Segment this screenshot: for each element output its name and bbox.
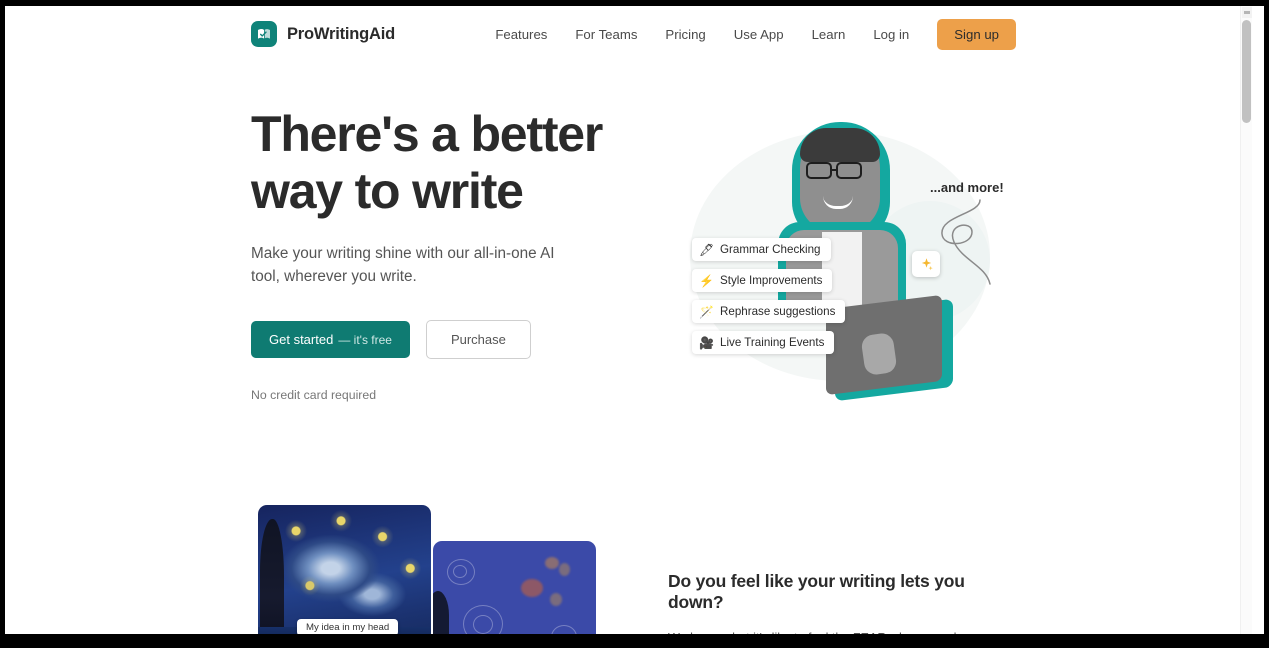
sign-up-button[interactable]: Sign up	[937, 19, 1016, 50]
glasses-icon	[806, 162, 874, 179]
lower-section: Do you feel like your writing lets you d…	[668, 571, 1018, 642]
video-camera-icon: 🎥	[699, 335, 714, 350]
feature-chip-list: 🖋 Grammar Checking ⚡ Style Improvements …	[692, 238, 846, 362]
main-nav: Features For Teams Pricing Use App Learn…	[481, 19, 1016, 50]
feature-chip-label: Grammar Checking	[720, 243, 821, 256]
feature-chip-label: Style Improvements	[720, 274, 823, 287]
purchase-button[interactable]: Purchase	[425, 320, 531, 359]
feature-chip: 🎥 Live Training Events	[692, 331, 835, 354]
vertical-scrollbar[interactable]	[1240, 6, 1252, 642]
nav-log-in[interactable]: Log in	[859, 20, 923, 49]
hero-cta-row: Get started — it's free Purchase	[251, 320, 621, 359]
feature-chip-label: Rephrase suggestions	[720, 305, 836, 318]
feature-chip: ⚡ Style Improvements	[692, 269, 833, 292]
window-bottom-edge	[0, 634, 1269, 648]
hero-subheading: Make your writing shine with our all-in-…	[251, 245, 555, 285]
get-started-label: Get started	[269, 332, 334, 347]
nav-pricing[interactable]: Pricing	[651, 20, 719, 49]
lightning-bolt-icon: ⚡	[699, 273, 714, 288]
page-title: There's a better way to write	[251, 106, 603, 219]
logo[interactable]: ProWritingAid	[251, 21, 395, 47]
scrollbar-thumb[interactable]	[1242, 20, 1251, 123]
page-viewport: ProWritingAid Features For Teams Pricing…	[5, 6, 1252, 642]
pen-icon: 🖋	[699, 242, 715, 257]
magic-wand-icon: 🪄	[699, 304, 714, 319]
nav-learn[interactable]: Learn	[798, 20, 860, 49]
logo-text: ProWritingAid	[287, 24, 396, 43]
feature-chip: 🪄 Rephrase suggestions	[692, 300, 846, 323]
site-header: ProWritingAid Features For Teams Pricing…	[5, 6, 1252, 63]
get-started-suffix: — it's free	[338, 333, 392, 347]
feature-chip: 🖋 Grammar Checking	[692, 238, 831, 261]
nav-features[interactable]: Features	[481, 20, 561, 49]
doodle-panel	[433, 541, 596, 642]
hero-illustration: ...and more! 🖋 Grammar Checking ⚡ Style …	[670, 106, 1015, 402]
section-title: Do you feel like your writing lets you d…	[668, 571, 965, 612]
hand	[860, 331, 898, 377]
hero-copy: There's a better way to write Make your …	[251, 106, 621, 402]
book-check-icon	[251, 21, 277, 47]
get-started-button[interactable]: Get started — it's free	[251, 321, 410, 358]
nav-use-app[interactable]: Use App	[720, 20, 798, 49]
no-credit-card-note: No credit card required	[251, 388, 377, 402]
cypress-tree	[260, 519, 284, 642]
squiggle-arrow-icon	[941, 199, 991, 285]
nav-for-teams[interactable]: For Teams	[561, 20, 651, 49]
browser-window: ProWritingAid Features For Teams Pricing…	[5, 6, 1264, 642]
hair	[800, 128, 880, 162]
and-more-label: ...and more!	[930, 180, 1004, 195]
feature-chip-label: Live Training Events	[720, 336, 825, 349]
starry-night-illustration: My idea in my head	[251, 503, 601, 642]
scroll-up-button[interactable]	[1242, 7, 1252, 18]
